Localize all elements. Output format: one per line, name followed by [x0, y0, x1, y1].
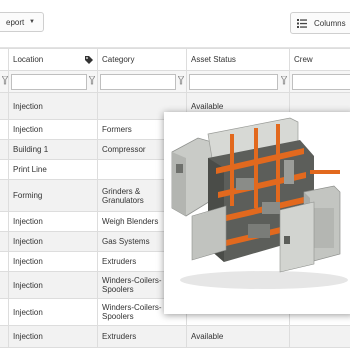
asset-image-preview — [164, 112, 350, 314]
filter-icon[interactable] — [1, 75, 9, 87]
filter-icon[interactable] — [280, 75, 288, 87]
location-cell: Print Line — [8, 159, 98, 180]
location-filter-input[interactable] — [11, 73, 87, 90]
asset-status-filter-input[interactable] — [189, 73, 278, 90]
location-cell: Injection — [8, 231, 98, 252]
filter-cell-asset-status — [186, 70, 290, 93]
column-header-category[interactable]: Category — [97, 48, 187, 71]
category-filter-input[interactable] — [100, 73, 176, 90]
location-cell: Building 1 — [8, 139, 98, 160]
toolbar: eport ▼ Columns — [0, 0, 350, 48]
column-header-crew[interactable]: Crew — [289, 48, 350, 71]
location-cell: Injection — [8, 119, 98, 140]
chevron-down-icon: ▼ — [29, 19, 35, 25]
location-cell: Injection — [8, 325, 98, 348]
filter-icon[interactable] — [177, 75, 185, 87]
location-cell: Injection — [8, 211, 98, 232]
crew-filter-input[interactable] — [292, 73, 350, 90]
column-header-location-label: Location — [13, 55, 44, 64]
location-cell: Injection — [8, 251, 98, 272]
category-cell: Extruders — [97, 325, 187, 348]
table-row[interactable]: Injection Extruders Available — [0, 325, 350, 348]
location-cell: Injection — [8, 271, 98, 299]
report-dropdown[interactable]: eport ▼ — [0, 12, 44, 32]
asset-status-cell: Available — [186, 325, 290, 348]
column-header-location[interactable]: Location — [8, 48, 98, 71]
columns-button[interactable]: Columns — [290, 12, 350, 34]
location-cell: Forming — [8, 179, 98, 212]
report-dropdown-label: eport — [6, 18, 25, 27]
column-header-asset-status[interactable]: Asset Status — [186, 48, 290, 71]
columns-icon — [297, 19, 307, 30]
industrial-machine-image — [164, 112, 350, 314]
crew-cell — [289, 325, 350, 348]
filter-cell-location — [8, 70, 98, 93]
columns-button-label: Columns — [314, 19, 346, 28]
filter-cell-category — [97, 70, 187, 93]
location-cell: Injection — [8, 298, 98, 326]
location-cell: Injection — [8, 92, 98, 120]
header-row: Location Category Asset Status Crew — [0, 48, 350, 71]
column-header-select[interactable] — [0, 48, 9, 71]
tag-icon — [85, 56, 93, 66]
filter-cell-crew — [289, 70, 350, 93]
filter-cell-select — [0, 70, 9, 93]
filter-row — [0, 70, 350, 93]
filter-icon[interactable] — [88, 75, 96, 87]
